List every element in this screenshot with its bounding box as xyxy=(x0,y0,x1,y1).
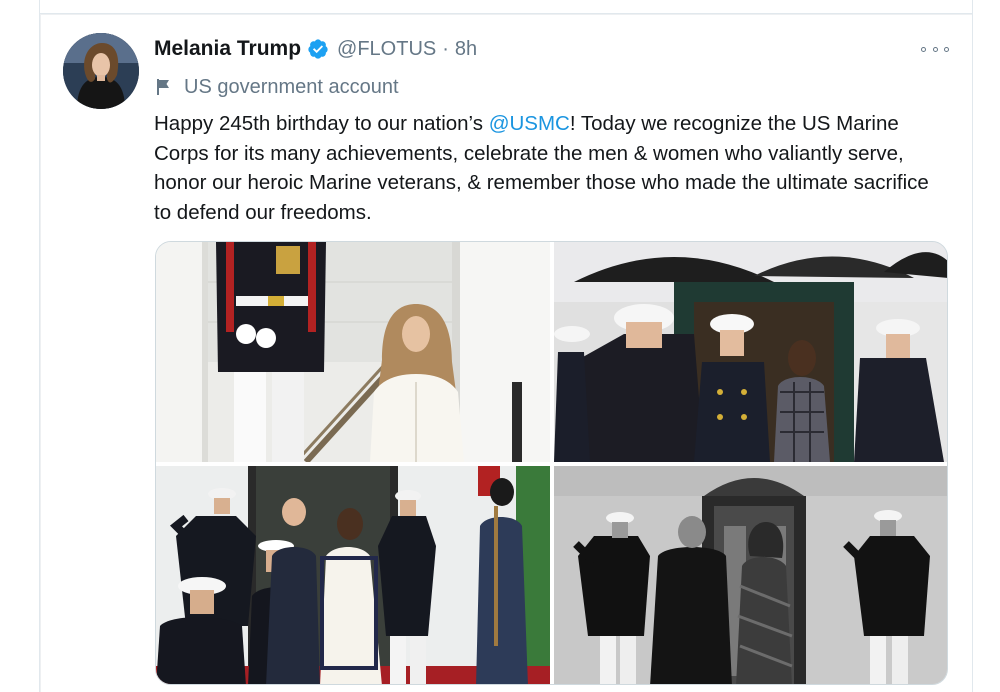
tweet-text-start: Happy 245th birthday to our nation’s xyxy=(154,112,489,135)
right-column xyxy=(972,0,1000,692)
flag-icon xyxy=(157,79,169,95)
avatar-image xyxy=(63,33,139,109)
previous-tweet-edge xyxy=(40,0,972,14)
government-account-label: US government account xyxy=(184,75,399,98)
photo-3-image xyxy=(156,466,550,684)
photo-4-image xyxy=(554,466,947,684)
tweet-text: Happy 245th birthday to our nation’s @US… xyxy=(154,109,944,227)
more-dot xyxy=(944,46,949,52)
more-dot xyxy=(932,46,938,52)
photo-4[interactable] xyxy=(554,466,947,684)
photo-3[interactable] xyxy=(156,466,550,684)
government-label-row[interactable]: US government account xyxy=(154,74,399,100)
photo-1-image xyxy=(156,242,550,462)
author-row: Melania Trump @FLOTUS · 8h xyxy=(154,35,477,63)
left-column xyxy=(0,0,40,692)
avatar[interactable] xyxy=(63,33,139,109)
tweet[interactable]: Melania Trump @FLOTUS · 8h US government… xyxy=(41,15,972,692)
usmc-mention-link[interactable]: @USMC xyxy=(489,112,570,135)
timestamp[interactable]: 8h xyxy=(455,38,477,61)
photo-2[interactable] xyxy=(554,242,947,462)
handle[interactable]: @FLOTUS xyxy=(337,38,436,61)
photo-1[interactable] xyxy=(156,242,550,462)
display-name[interactable]: Melania Trump xyxy=(154,37,301,61)
verified-badge-icon xyxy=(308,39,328,59)
media-grid xyxy=(155,241,948,685)
more-dot xyxy=(921,46,926,52)
separator: · xyxy=(442,37,449,60)
more-options-icon[interactable] xyxy=(921,39,949,59)
photo-2-image xyxy=(554,242,947,462)
